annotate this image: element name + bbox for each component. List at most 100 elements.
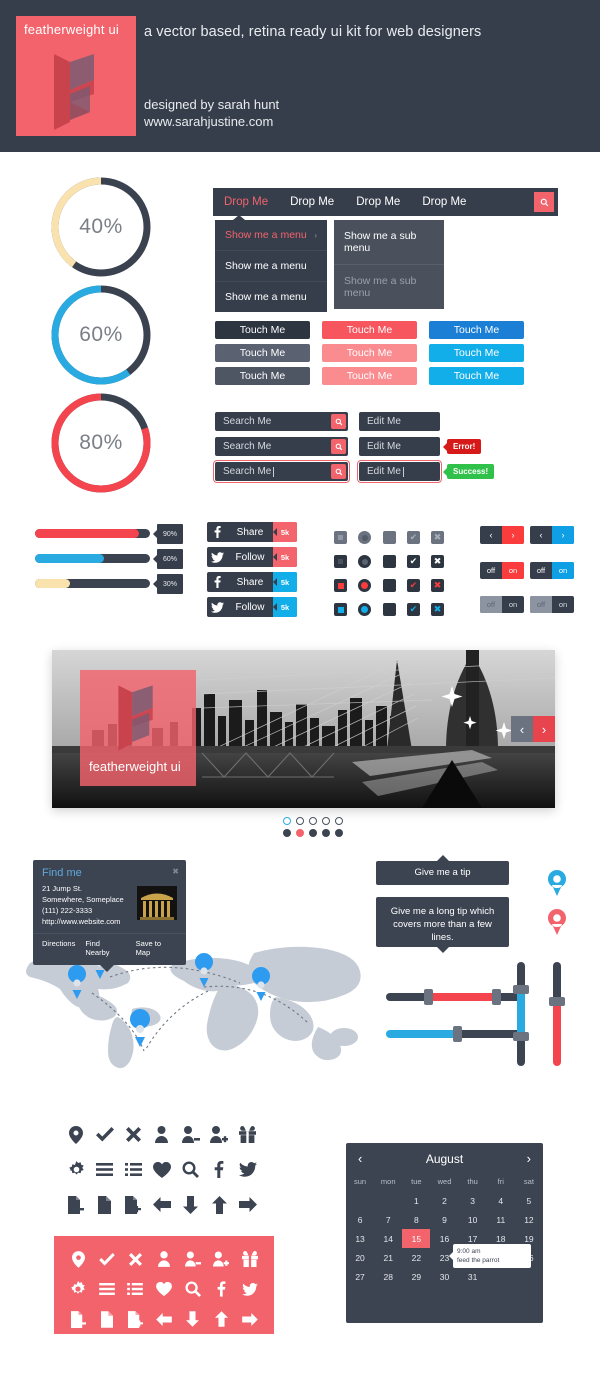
twitter-icon[interactable] — [235, 1274, 264, 1304]
edit-input-3[interactable]: Edit Me — [357, 460, 442, 483]
dropdown-item-3[interactable]: Show me a menu — [215, 282, 327, 312]
touch-button-red-3[interactable]: Touch Me — [322, 367, 417, 385]
search-input-3[interactable]: Search Me — [213, 460, 350, 483]
menu-item-1[interactable]: Drop Me — [213, 188, 279, 216]
calendar-day[interactable] — [515, 1267, 543, 1286]
user-icon[interactable] — [150, 1244, 179, 1274]
calendar-day[interactable]: 10 — [459, 1210, 487, 1229]
calendar-day[interactable]: 3 — [459, 1191, 487, 1210]
touch-button-blue-2[interactable]: Touch Me — [429, 344, 524, 362]
toggle-gray-off-1[interactable]: off on — [480, 596, 524, 613]
search-input-1[interactable]: Search Me — [215, 412, 348, 431]
calendar-day[interactable]: 22 — [402, 1248, 430, 1267]
carousel-dot-hollow-1[interactable] — [283, 817, 291, 825]
calendar-day[interactable] — [346, 1191, 374, 1210]
calendar-day[interactable]: 27 — [346, 1267, 374, 1286]
close-icon[interactable]: ✖ — [172, 867, 179, 876]
vrange-handle-blue-bottom[interactable] — [513, 1032, 529, 1041]
search-submit-1[interactable] — [331, 414, 346, 429]
file-add-icon[interactable] — [121, 1304, 150, 1334]
arrow-down-icon[interactable] — [178, 1304, 207, 1334]
calendar-day[interactable]: 21 — [374, 1248, 402, 1267]
file-add-icon[interactable] — [119, 1187, 148, 1222]
stepper-prev-red[interactable]: ‹ — [480, 526, 502, 544]
checkbox-cross-gray[interactable]: ✖ — [431, 531, 444, 544]
menu-icon[interactable] — [93, 1274, 122, 1304]
calendar-next-button[interactable]: › — [527, 1151, 531, 1166]
user-add-icon[interactable] — [207, 1244, 236, 1274]
radio-empty-gray[interactable] — [358, 531, 371, 544]
toggle-off-label[interactable]: off — [480, 596, 502, 613]
checkbox-empty-dark[interactable] — [334, 555, 347, 568]
submenu-item-1[interactable]: Show me a sub menu — [334, 220, 444, 265]
facebook-icon[interactable] — [207, 1274, 236, 1304]
carousel-dot-hollow-2[interactable] — [296, 817, 304, 825]
progress-slider-60[interactable] — [35, 554, 150, 563]
arrow-left-icon[interactable] — [148, 1187, 177, 1222]
user-remove-icon[interactable] — [178, 1244, 207, 1274]
checkbox-checked-blue[interactable]: ✔ — [407, 603, 420, 616]
social-button-twitter-follow-red[interactable]: Follow 5k — [207, 547, 297, 567]
calendar-day[interactable]: 14 — [374, 1229, 402, 1248]
user-remove-icon[interactable] — [176, 1117, 205, 1152]
action-find-nearby[interactable]: Find Nearby — [85, 939, 125, 957]
progress-slider-30[interactable] — [35, 579, 150, 588]
toggle-on-label[interactable]: on — [502, 562, 524, 579]
range-handle-blue[interactable] — [453, 1026, 462, 1042]
calendar-day[interactable]: 7 — [374, 1210, 402, 1229]
search-input-2[interactable]: Search Me — [215, 437, 348, 456]
list-icon[interactable] — [121, 1274, 150, 1304]
social-button-twitter-follow-blue[interactable]: Follow 5k — [207, 597, 297, 617]
touch-button-blue-3[interactable]: Touch Me — [429, 367, 524, 385]
calendar-day[interactable]: 1 — [402, 1191, 430, 1210]
search-submit-2[interactable] — [331, 439, 346, 454]
arrow-up-icon[interactable] — [207, 1304, 236, 1334]
calendar-day[interactable]: 5 — [515, 1191, 543, 1210]
action-directions[interactable]: Directions — [42, 939, 75, 957]
radio-filled-red[interactable] — [358, 579, 371, 592]
carousel-dot-filled-1[interactable] — [283, 829, 291, 837]
calendar-day-selected[interactable]: 15 — [402, 1229, 431, 1248]
list-icon[interactable] — [119, 1152, 148, 1187]
touch-button-red-1[interactable]: Touch Me — [322, 321, 417, 339]
calendar-day[interactable]: 11 — [487, 1210, 515, 1229]
user-icon[interactable] — [148, 1117, 177, 1152]
gift-icon[interactable] — [233, 1117, 262, 1152]
touch-button-dark-3[interactable]: Touch Me — [215, 367, 310, 385]
arrow-right-icon[interactable] — [235, 1304, 264, 1334]
file-icon[interactable] — [93, 1304, 122, 1334]
touch-button-dark-2[interactable]: Touch Me — [215, 344, 310, 362]
stepper-red[interactable]: ‹ › — [480, 526, 524, 544]
menu-search-button[interactable] — [534, 192, 554, 212]
cross-icon[interactable] — [121, 1244, 150, 1274]
checkbox-filled-red[interactable] — [334, 579, 347, 592]
edit-input-2[interactable]: Edit Me — [359, 437, 440, 456]
radio-empty-dark[interactable] — [358, 555, 371, 568]
calendar-day[interactable]: 6 — [346, 1210, 374, 1229]
file-remove-icon[interactable] — [62, 1187, 91, 1222]
dropdown-item-2[interactable]: Show me a menu — [215, 251, 327, 282]
calendar-day[interactable]: 28 — [374, 1267, 402, 1286]
stepper-next-red[interactable]: › — [502, 526, 524, 544]
arrow-left-icon[interactable] — [150, 1304, 179, 1334]
calendar-day[interactable]: 8 — [402, 1210, 430, 1229]
carousel-dot-filled-2[interactable] — [296, 829, 304, 837]
checkbox-checked-red[interactable]: ✔ — [407, 579, 420, 592]
gear-icon[interactable] — [64, 1274, 93, 1304]
facebook-icon[interactable] — [205, 1152, 234, 1187]
search-icon[interactable] — [178, 1274, 207, 1304]
carousel-dot-filled-3[interactable] — [309, 829, 317, 837]
calendar-day[interactable]: 2 — [430, 1191, 458, 1210]
stepper-next-blue[interactable]: › — [552, 526, 574, 544]
carousel-dot-filled-5[interactable] — [335, 829, 343, 837]
radio-filled-blue[interactable] — [358, 603, 371, 616]
carousel-dot-hollow-4[interactable] — [322, 817, 330, 825]
arrow-right-icon[interactable] — [233, 1187, 262, 1222]
touch-button-dark-1[interactable]: Touch Me — [215, 321, 310, 339]
twitter-icon[interactable] — [233, 1152, 262, 1187]
action-save-to-map[interactable]: Save to Map — [136, 939, 177, 957]
checkbox-cross-blue[interactable]: ✖ — [431, 603, 444, 616]
file-remove-icon[interactable] — [64, 1304, 93, 1334]
calendar-day[interactable]: 9 — [430, 1210, 458, 1229]
social-button-facebook-share-blue[interactable]: Share 5k — [207, 572, 297, 592]
